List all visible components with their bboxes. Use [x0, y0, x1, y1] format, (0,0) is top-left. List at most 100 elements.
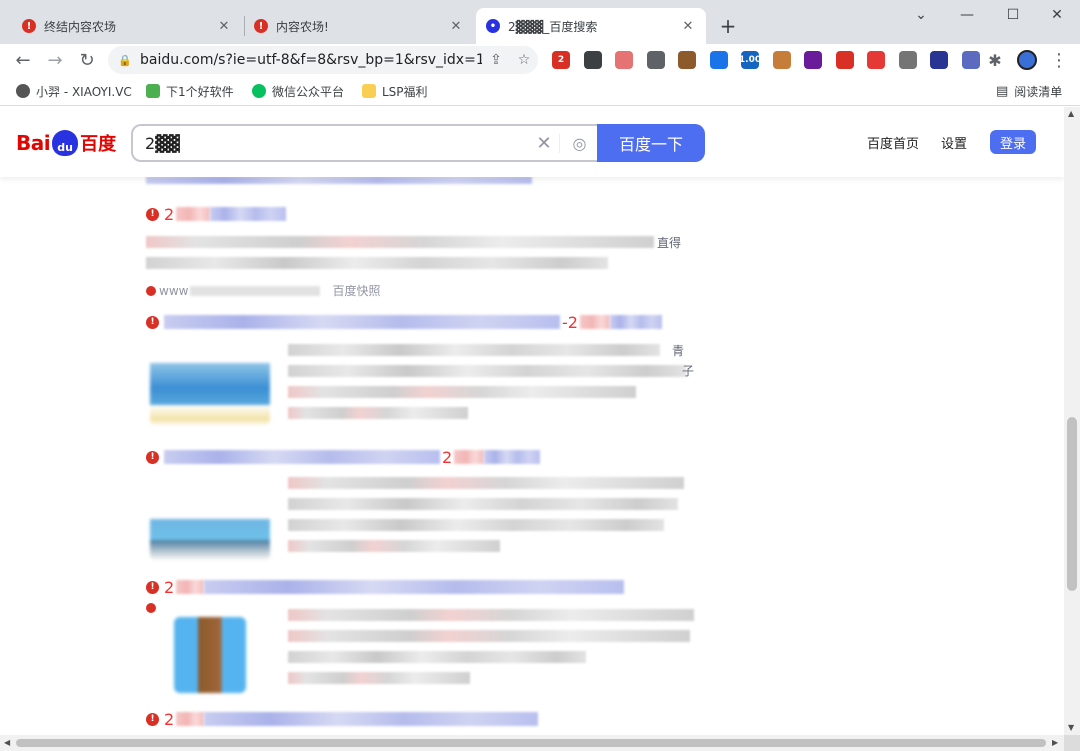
- result-title[interactable]: ! 2: [146, 204, 706, 224]
- bookmark-next-software[interactable]: 下1个好软件: [146, 82, 234, 100]
- result-title[interactable]: ! -2: [146, 312, 706, 332]
- mask-ext-icon[interactable]: [804, 51, 822, 69]
- horizontal-scroll-thumb[interactable]: [16, 739, 1046, 747]
- image-ext-icon[interactable]: [709, 51, 728, 69]
- tab-content-farm-end[interactable]: ! 终结内容农场 ✕: [12, 8, 242, 44]
- arrow-ext-icon[interactable]: [898, 51, 917, 69]
- result-title[interactable]: ! 2: [146, 447, 706, 467]
- blurred-text: [454, 450, 485, 464]
- share-icon[interactable]: ⇪: [482, 49, 510, 71]
- horizontal-scrollbar[interactable]: ◀ ▶: [0, 735, 1064, 751]
- warning-icon: !: [22, 19, 36, 33]
- clear-icon[interactable]: ✕: [529, 133, 559, 154]
- pen-ext-icon[interactable]: [615, 51, 633, 69]
- blurred-text: [288, 386, 636, 398]
- cache-link[interactable]: 百度快照: [332, 282, 380, 299]
- scroll-left-icon[interactable]: ◀: [4, 738, 10, 747]
- blurred-text: [288, 651, 586, 663]
- folder-icon: [362, 84, 376, 98]
- settings-link[interactable]: 设置: [941, 133, 967, 152]
- result-abstract: [288, 477, 688, 552]
- blurred-text: [288, 407, 468, 419]
- back-arrow-icon[interactable]: ←: [10, 47, 36, 73]
- scroll-up-icon[interactable]: ▲: [1068, 109, 1074, 118]
- tv-ext-icon[interactable]: 1.00: [739, 51, 761, 69]
- result-thumbnail[interactable]: [150, 342, 270, 426]
- tab-close-icon[interactable]: ✕: [448, 18, 464, 34]
- minimize-button[interactable]: —: [944, 4, 990, 26]
- search-result: ! -2 青 子: [146, 312, 706, 426]
- baidu-home-link[interactable]: 百度首页: [867, 133, 919, 152]
- puzzle-extensions-icon[interactable]: ✱: [982, 47, 1008, 73]
- search-result: ! 2: [146, 709, 706, 729]
- result-thumbnail[interactable]: [174, 617, 246, 693]
- tab-content-farm[interactable]: ! 内容农场! ✕: [244, 8, 474, 44]
- warning-icon: !: [146, 450, 159, 464]
- tab-title: 终结内容农场: [44, 19, 117, 34]
- search-button[interactable]: 百度一下: [597, 124, 705, 162]
- close-window-button[interactable]: ✕: [1034, 4, 1080, 26]
- avatar[interactable]: [1014, 47, 1040, 73]
- reading-list-icon: ▤: [996, 83, 1009, 99]
- abstract-text: 子: [682, 364, 695, 378]
- vertical-scroll-thumb[interactable]: [1067, 417, 1077, 591]
- vertical-scrollbar[interactable]: ▲ ▼: [1064, 107, 1080, 735]
- dots-ext-icon[interactable]: [583, 51, 602, 69]
- bookmark-xiaoyi[interactable]: 小羿 - XIAOYI.VC: [16, 82, 132, 100]
- avatar-icon: [16, 84, 30, 98]
- login-button[interactable]: 登录: [990, 130, 1036, 154]
- blurred-text: [164, 450, 440, 464]
- result-title-text: 2: [164, 577, 175, 597]
- search-query[interactable]: 2▓▓: [145, 134, 529, 153]
- logo-text: Bai: [16, 131, 51, 155]
- warning-icon: !: [146, 207, 159, 221]
- kebab-menu-icon[interactable]: ⋮: [1046, 47, 1072, 73]
- bookmark-label: 小羿 - XIAOYI.VC: [36, 84, 132, 99]
- opera-ext-icon[interactable]: 2: [552, 51, 570, 69]
- result-abstract: 直得: [146, 236, 706, 272]
- result-thumbnail[interactable]: [150, 477, 270, 561]
- scroll-down-icon[interactable]: ▼: [1068, 723, 1074, 732]
- address-bar[interactable]: 🔒 baidu.com/s?ie=utf-8&f=8&rsv_bp=1&rsv_…: [108, 46, 538, 74]
- tab-close-icon[interactable]: ✕: [216, 18, 232, 34]
- monkey-ext-icon[interactable]: [772, 51, 791, 69]
- result-title[interactable]: ! 2: [146, 577, 706, 597]
- block-ext-icon[interactable]: [867, 51, 885, 69]
- restore-button[interactable]: ☐: [990, 4, 1036, 26]
- tab-title: 2▓▓▓_百度搜索: [508, 19, 598, 34]
- result-title-text: -2: [562, 312, 578, 332]
- new-tab-button[interactable]: +: [716, 14, 740, 38]
- bookmark-lsp[interactable]: LSP福利: [362, 82, 428, 100]
- tab-strip: ! 终结内容农场 ✕ ! 内容农场! ✕ • 2▓▓▓_百度搜索 ✕ + ⌄ —…: [0, 0, 1080, 44]
- bookmark-star-icon[interactable]: ☆: [510, 49, 538, 71]
- blurred-text: [146, 257, 608, 269]
- camera-icon[interactable]: ◎: [559, 133, 599, 153]
- store-ext-icon[interactable]: [930, 51, 948, 69]
- baidu-header: Bai du 百度 2▓▓ ✕ ◎ 百度一下 百度首页 设置 登录: [0, 107, 1064, 177]
- tab-close-icon[interactable]: ✕: [680, 18, 696, 34]
- tab-search-chevron-icon[interactable]: ⌄: [898, 4, 944, 26]
- blurred-text: [288, 365, 686, 377]
- blurred-text: [176, 207, 211, 221]
- reading-list-button[interactable]: ▤ 阅读清单: [996, 82, 1062, 100]
- reload-icon[interactable]: ↻: [74, 47, 100, 73]
- bookmark-wechat[interactable]: 微信公众平台: [252, 82, 344, 100]
- forward-arrow-icon[interactable]: →: [42, 47, 68, 73]
- url-text[interactable]: baidu.com/s?ie=utf-8&f=8&rsv_bp=1&rsv_id…: [140, 52, 482, 68]
- alert-ext-icon[interactable]: [835, 51, 854, 69]
- result-title[interactable]: ! 2: [146, 709, 706, 729]
- source-text[interactable]: www: [159, 284, 188, 298]
- blurred-text: [288, 498, 678, 510]
- warning-icon: !: [146, 712, 159, 726]
- blurred-text: [288, 477, 684, 489]
- tab-baidu-search[interactable]: • 2▓▓▓_百度搜索 ✕: [476, 8, 706, 44]
- abstract-text: 青: [672, 344, 685, 358]
- baidu-logo[interactable]: Bai du 百度: [16, 125, 116, 161]
- cookie-ext-icon[interactable]: [678, 51, 696, 69]
- scroll-right-icon[interactable]: ▶: [1052, 738, 1058, 747]
- search-input[interactable]: 2▓▓ ✕ ◎: [131, 124, 599, 162]
- at-ext-icon[interactable]: [961, 51, 980, 69]
- search-result: ! 2: [146, 447, 706, 561]
- copy-ext-icon[interactable]: [646, 51, 665, 69]
- bookmark-label: 下1个好软件: [166, 84, 234, 99]
